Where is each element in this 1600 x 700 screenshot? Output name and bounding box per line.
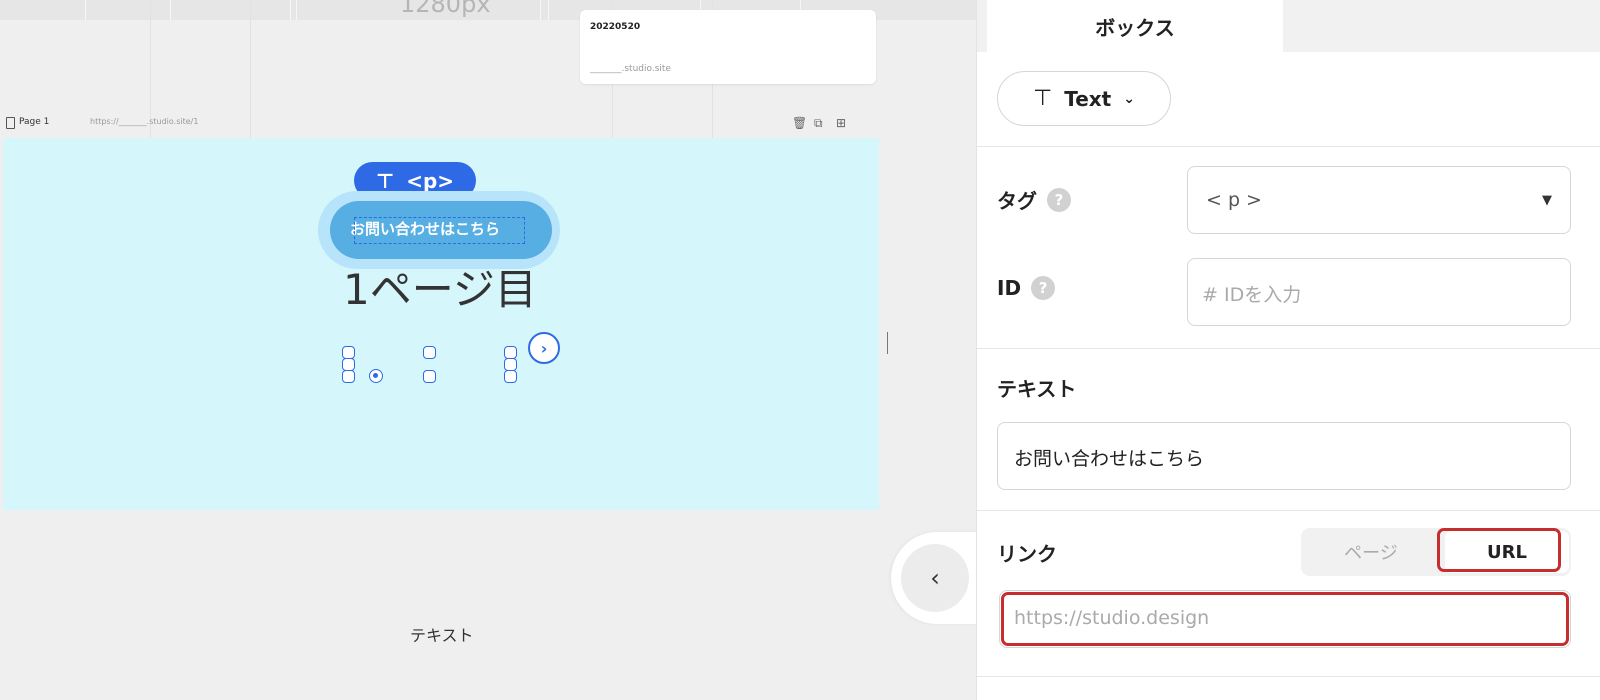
- link-option-page[interactable]: ページ: [1301, 528, 1441, 576]
- divider: [977, 676, 1600, 677]
- project-site: _______.studio.site: [590, 64, 671, 74]
- project-date: 20220520: [590, 22, 641, 32]
- resize-handle[interactable]: [423, 346, 436, 359]
- help-icon[interactable]: ?: [1047, 187, 1071, 212]
- chevron-left-icon[interactable]: ‹: [901, 544, 969, 612]
- element-type-label: Text: [1064, 86, 1112, 111]
- resize-handle[interactable]: [342, 370, 355, 383]
- element-tag-label: <p>: [406, 168, 455, 193]
- tag-label: タグ: [997, 189, 1037, 213]
- tab-box[interactable]: ボックス: [987, 0, 1283, 52]
- rotate-handle-icon[interactable]: [369, 369, 383, 383]
- url-input-highlight: [1001, 592, 1569, 646]
- ruler-tick: [296, 0, 297, 20]
- page-bar: Page 1 https://_______.studio.site/1 🗑 ⧉…: [0, 114, 880, 134]
- id-input-placeholder: # IDを入力: [1202, 284, 1302, 306]
- ruler-tick: [85, 0, 86, 20]
- id-input[interactable]: # IDを入力: [1187, 258, 1571, 326]
- chevron-right-icon[interactable]: ›: [528, 332, 560, 364]
- design-canvas[interactable]: 1280px 20220520 _______.studio.site Page…: [0, 0, 980, 700]
- divider: [977, 146, 1600, 147]
- panel-collapse-tab: ‹: [891, 532, 980, 624]
- duplicate-icon[interactable]: ⧉: [814, 116, 823, 130]
- element-type-dropdown[interactable]: ⊤ Text ⌄: [997, 71, 1171, 126]
- ruler-width-label: 1280px: [400, 0, 491, 18]
- tag-label-row: タグ ?: [997, 185, 1071, 214]
- resize-handle[interactable]: [423, 370, 436, 383]
- trash-icon[interactable]: 🗑: [792, 116, 807, 130]
- text-content-input[interactable]: お問い合わせはこちら: [997, 422, 1571, 490]
- tag-select[interactable]: < p > ▼: [1187, 166, 1571, 234]
- project-card[interactable]: 20220520 _______.studio.site: [580, 10, 876, 84]
- page-name[interactable]: Page 1: [19, 117, 49, 127]
- add-page-icon[interactable]: ⊞: [836, 116, 846, 130]
- ruler-tick: [290, 0, 291, 20]
- text-type-icon: ⊤: [1033, 86, 1053, 111]
- url-option-highlight: [1437, 528, 1561, 572]
- properties-panel: ボックス ⊤ Text ⌄ タグ ? < p > ▼ ID ? # IDを入力 …: [976, 0, 1600, 700]
- resize-handle[interactable]: [504, 370, 517, 383]
- help-icon[interactable]: ?: [1031, 276, 1056, 300]
- tag-select-value: < p >: [1206, 189, 1262, 211]
- id-label: ID: [997, 276, 1022, 300]
- divider: [977, 348, 1600, 349]
- caret-down-icon: ▼: [1542, 193, 1552, 208]
- page-file-icon: [6, 117, 15, 129]
- splitter-handle[interactable]: [887, 332, 888, 354]
- text-label: テキスト: [997, 377, 1077, 401]
- ruler-tick: [548, 0, 549, 20]
- canvas-text-element[interactable]: テキスト: [410, 622, 474, 646]
- selection-box: [354, 217, 525, 244]
- page-url[interactable]: https://_______.studio.site/1: [90, 117, 198, 126]
- divider: [977, 510, 1600, 511]
- ruler-tick: [540, 0, 541, 20]
- text-content-value: お問い合わせはこちら: [1014, 448, 1205, 470]
- text-type-icon: ⊤: [375, 168, 395, 193]
- ruler-tick: [170, 0, 171, 20]
- panel-tabs: ボックス: [977, 0, 1600, 52]
- link-label: リンク: [997, 542, 1057, 566]
- chevron-down-icon: ⌄: [1123, 90, 1135, 107]
- id-label-row: ID ?: [997, 276, 1056, 300]
